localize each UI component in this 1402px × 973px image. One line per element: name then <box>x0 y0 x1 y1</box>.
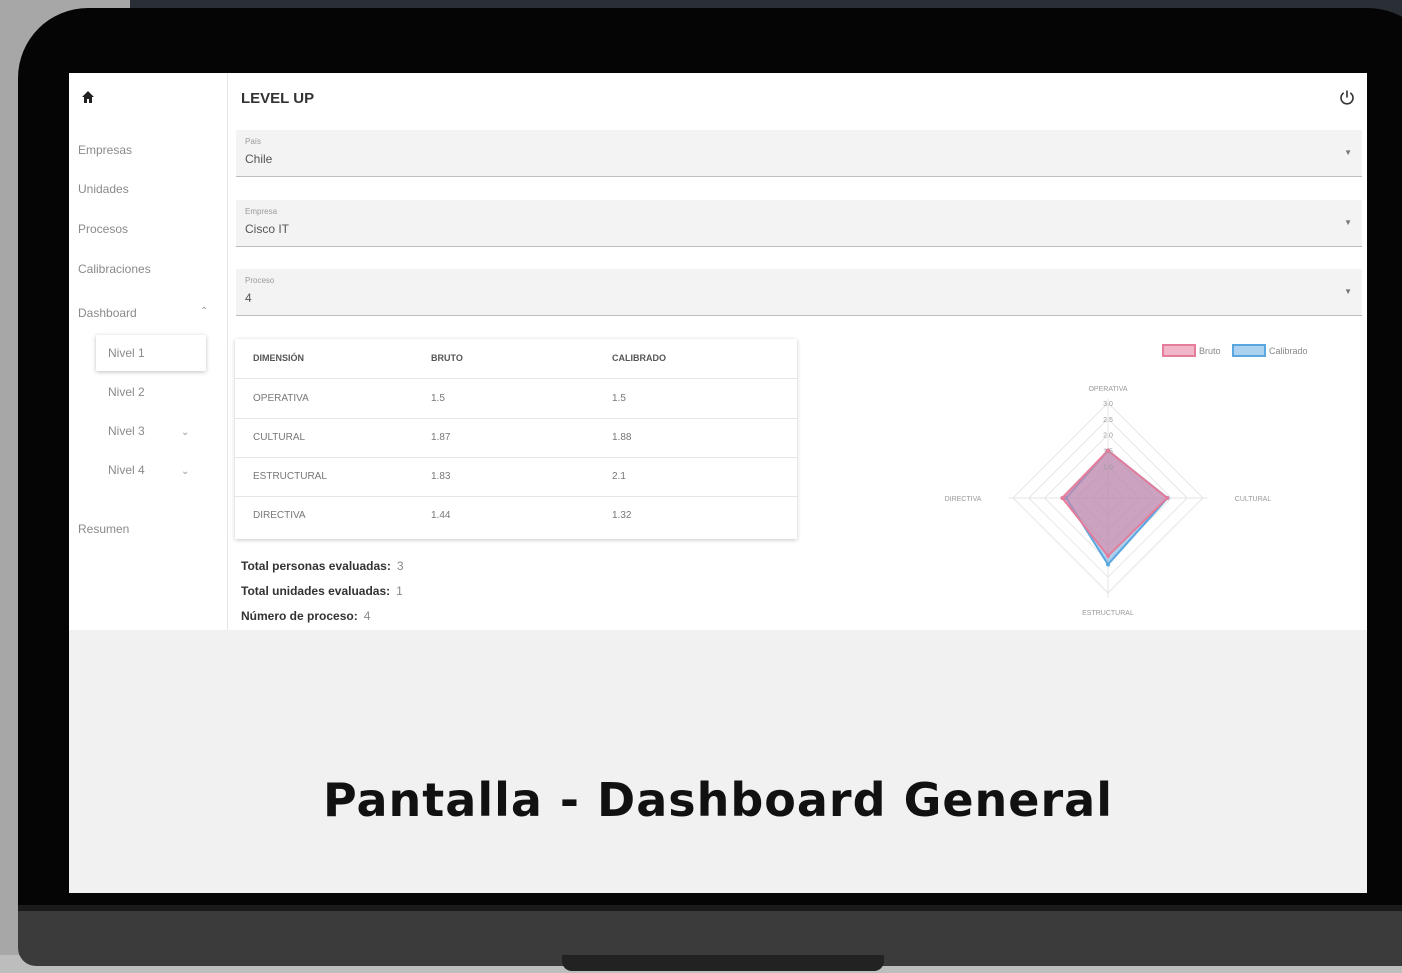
radar-series-bruto <box>1061 449 1169 558</box>
table-cell: 1.5 <box>612 393 626 404</box>
screen-caption: Pantalla - Dashboard General <box>323 773 1113 827</box>
empresa-select-value: Cisco IT <box>245 222 290 236</box>
radar-category-label: CULTURAL <box>1235 496 1272 503</box>
radar-category-label: DIRECTIVA <box>945 496 982 503</box>
empresa-select[interactable]: Empresa Cisco IT ▼ <box>236 200 1362 247</box>
table-header-cell: CALIBRADO <box>612 353 666 363</box>
table-cell: CULTURAL <box>253 432 306 443</box>
table-cell: 1.44 <box>431 510 451 521</box>
table-cell: 1.88 <box>612 432 632 443</box>
table-cell: OPERATIVA <box>253 393 309 404</box>
numero-proceso: Número de proceso: 4 <box>241 609 370 623</box>
sidebar-item-resumen[interactable]: Resumen <box>78 522 129 536</box>
radar-chart: 1.0 1.5 2.0 2.5 3.0 OPERATIVA CULTURAL ESTRUCTU… <box>945 344 1308 617</box>
proceso-select[interactable]: Proceso 4 ▼ <box>236 269 1362 316</box>
app-window: Empresas Unidades Procesos Calibraciones… <box>69 73 1367 630</box>
radar-category-label: ESTRUCTURAL <box>1082 610 1134 617</box>
sidebar-item-calibraciones[interactable]: Calibraciones <box>78 262 151 276</box>
radar-tick-label: 2.5 <box>1103 417 1113 424</box>
sidebar-subitem-nivel-1[interactable]: Nivel 1 <box>96 335 206 371</box>
radar-tick-label: 1.0 <box>1103 464 1113 471</box>
sidebar-item-dashboard[interactable]: Dashboard <box>78 306 137 320</box>
laptop-screen: Empresas Unidades Procesos Calibraciones… <box>69 73 1367 893</box>
table-cell: 1.32 <box>612 510 632 521</box>
app-title: LEVEL UP <box>241 90 315 107</box>
proceso-select-label: Proceso <box>245 276 275 285</box>
total-unidades-label: Total unidades evaluadas: <box>241 584 391 598</box>
table-header-cell: DIMENSIÓN <box>253 353 305 363</box>
sidebar-subitem-nivel-3[interactable]: Nivel 3 <box>96 413 206 449</box>
total-personas-label: Total personas evaluadas: <box>241 559 391 573</box>
table-cell: ESTRUCTURAL <box>253 471 327 482</box>
radar-point <box>1060 496 1065 500</box>
table-cell: 1.5 <box>431 393 445 404</box>
power-icon[interactable] <box>1338 89 1356 107</box>
dropdown-arrow-icon: ▼ <box>1344 287 1352 296</box>
radar-tick-label: 2.0 <box>1103 433 1113 440</box>
chevron-up-icon[interactable]: ⌃ <box>200 306 208 317</box>
sidebar-item-procesos[interactable]: Procesos <box>78 222 128 236</box>
table-cell: 1.83 <box>431 471 451 482</box>
pais-select-value: Chile <box>245 152 273 166</box>
radar-point <box>1165 496 1170 500</box>
radar-tick-label: 1.5 <box>1103 449 1113 456</box>
radar-point <box>1106 562 1110 567</box>
laptop-notch <box>562 955 884 971</box>
table-row: ESTRUCTURAL 1.83 2.1 <box>235 457 797 497</box>
dropdown-arrow-icon: ▼ <box>1344 148 1352 157</box>
table-header-cell: BRUTO <box>431 353 463 363</box>
sidebar-subitem-nivel-2[interactable]: Nivel 2 <box>96 374 206 410</box>
radar-category-label: OPERATIVA <box>1088 386 1127 393</box>
sidebar-item-empresas[interactable]: Empresas <box>78 143 132 157</box>
main-content: LEVEL UP País Chile ▼ Empresa Cisco IT ▼… <box>228 73 1367 630</box>
legend-label: Bruto <box>1199 346 1221 356</box>
table-cell: DIRECTIVA <box>253 510 306 521</box>
numero-proceso-label: Número de proceso: <box>241 609 358 623</box>
dropdown-arrow-icon: ▼ <box>1344 218 1352 227</box>
proceso-select-value: 4 <box>245 291 252 305</box>
legend-swatch <box>1232 344 1266 357</box>
home-icon[interactable] <box>80 89 96 105</box>
radar-tick-label: 3.0 <box>1103 401 1113 408</box>
table-row: OPERATIVA 1.5 1.5 <box>235 379 797 419</box>
empresa-select-label: Empresa <box>245 207 278 216</box>
legend-label: Calibrado <box>1269 346 1308 356</box>
dimensions-table: DIMENSIÓN BRUTO CALIBRADO OPERATIVA 1.5 … <box>235 339 797 539</box>
total-unidades: Total unidades evaluadas: 1 <box>241 584 403 598</box>
legend-swatch <box>1162 344 1196 357</box>
sidebar: Empresas Unidades Procesos Calibraciones… <box>69 73 228 630</box>
sidebar-item-unidades[interactable]: Unidades <box>78 182 129 196</box>
sidebar-subitem-nivel-4[interactable]: Nivel 4 <box>96 452 206 488</box>
table-cell: 1.87 <box>431 432 451 443</box>
chevron-down-icon[interactable]: ⌄ <box>181 466 189 477</box>
total-unidades-value: 1 <box>396 584 403 598</box>
numero-proceso-value: 4 <box>363 609 371 623</box>
table-row: CULTURAL 1.87 1.88 <box>235 418 797 458</box>
radar-chart-container: 1.0 1.5 2.0 2.5 3.0 OPERATIVA CULTURAL ESTRUCTU… <box>868 333 1348 623</box>
pais-select[interactable]: País Chile ▼ <box>236 130 1362 177</box>
chevron-down-icon[interactable]: ⌄ <box>181 427 189 438</box>
table-cell: 2.1 <box>612 471 626 482</box>
table-row: DIRECTIVA 1.44 1.32 <box>235 496 797 535</box>
table-header-row: DIMENSIÓN BRUTO CALIBRADO <box>235 339 797 379</box>
total-personas-value: 3 <box>396 559 404 573</box>
pais-select-label: País <box>245 137 262 146</box>
total-personas: Total personas evaluadas: 3 <box>241 559 404 573</box>
radar-point <box>1106 553 1110 558</box>
